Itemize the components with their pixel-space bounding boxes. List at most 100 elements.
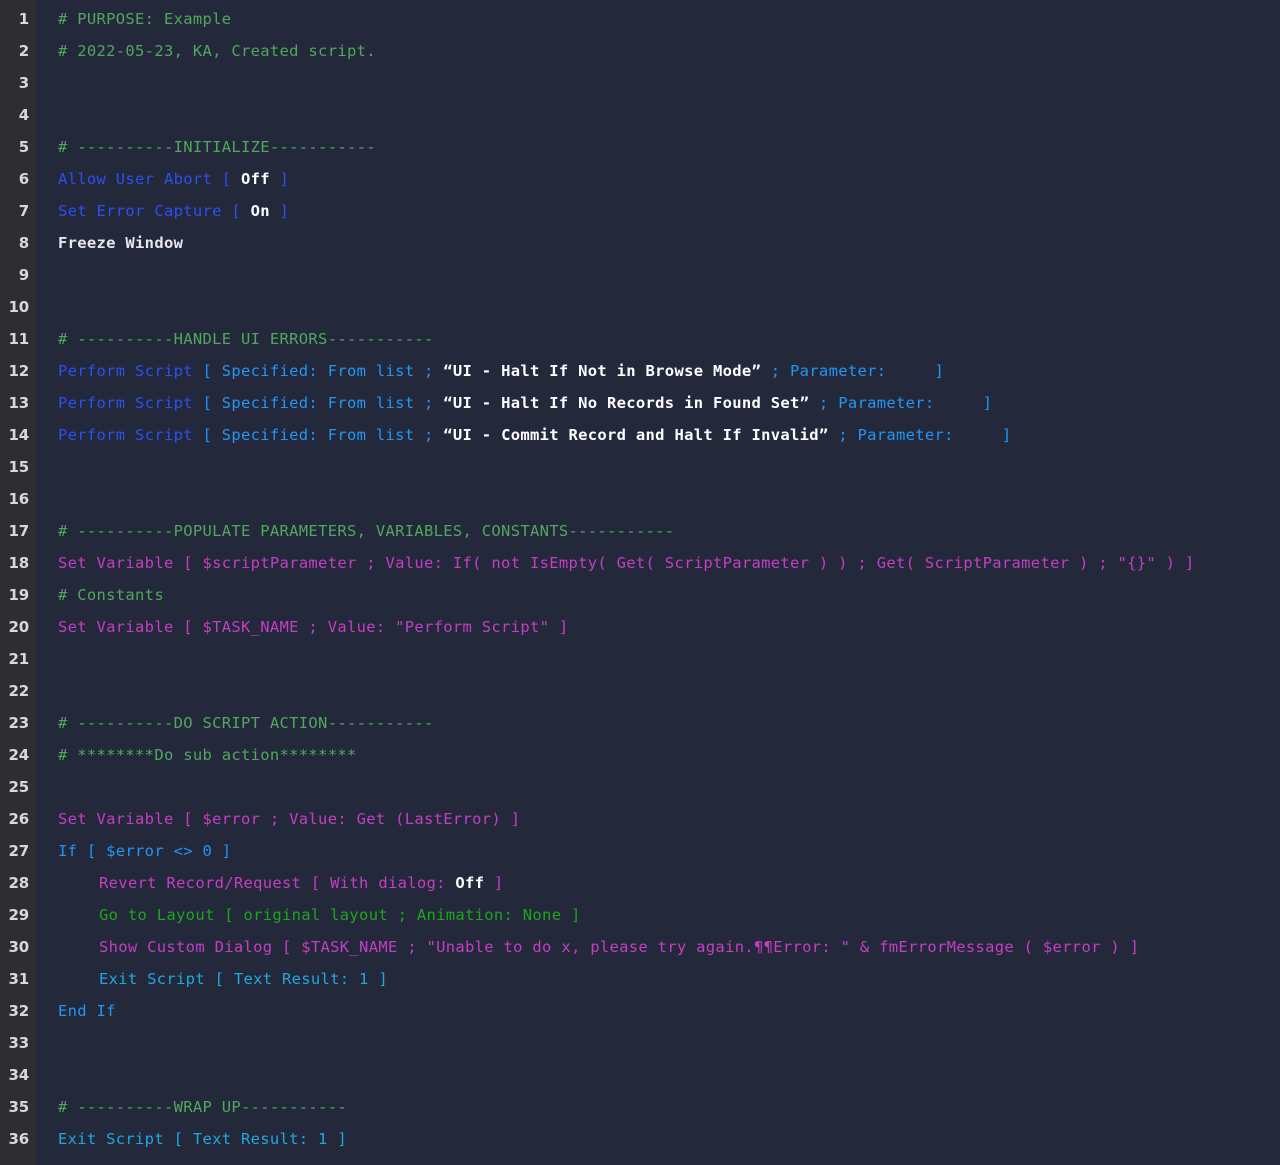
code-token: [ Specified: From list ; (202, 362, 444, 380)
line-number: 3 (18, 74, 29, 92)
code-line[interactable] (58, 291, 1280, 323)
code-token: Set Error Capture [ (58, 202, 251, 220)
code-token: # ----------DO SCRIPT ACTION----------- (58, 714, 434, 732)
code-line[interactable]: # 2022-05-23, KA, Created script. (58, 35, 1280, 67)
line-number: 1 (18, 10, 29, 28)
line-number: 36 (8, 1130, 30, 1148)
code-token: “UI - Halt If No Records in Found Set” (443, 394, 810, 412)
line-number: 2 (18, 42, 29, 60)
code-token: Revert Record/Request [ With dialog: (99, 874, 456, 892)
script-editor: 1 2 3 4 5 6 7 8 9 10 11 12 13 14 15 16 17 18 19 20 21 22 23 24 2… (0, 0, 1280, 1165)
code-line[interactable]: Freeze Window (58, 227, 1280, 259)
code-line[interactable] (58, 99, 1280, 131)
line-number: 29 (8, 906, 30, 924)
line-number: 5 (18, 138, 29, 156)
line-number: 34 (8, 1066, 30, 1084)
code-line[interactable]: Show Custom Dialog [ $TASK_NAME ; "Unabl… (58, 931, 1280, 963)
code-token: ] (269, 170, 290, 188)
code-token: # 2022-05-23, KA, Created script. (58, 42, 376, 60)
code-token: End If (58, 1002, 116, 1020)
line-number: 24 (8, 746, 30, 764)
code-line[interactable] (58, 483, 1280, 515)
line-number: 11 (8, 330, 30, 348)
code-line[interactable]: Revert Record/Request [ With dialog: Off… (58, 867, 1280, 899)
code-token: Freeze Window (58, 234, 184, 252)
code-token: Show Custom Dialog [ $TASK_NAME ; "Unabl… (99, 938, 1140, 956)
line-number: 15 (8, 458, 30, 476)
code-token: # PURPOSE: Example (58, 10, 232, 28)
line-number: 14 (8, 426, 30, 444)
code-area[interactable]: # PURPOSE: Example # 2022-05-23, KA, Crea… (36, 0, 1280, 1165)
code-token: # ----------HANDLE UI ERRORS----------- (58, 330, 434, 348)
code-token: Exit Script [ Text Result: 1 ] (58, 1130, 347, 1148)
code-token: ] (269, 202, 290, 220)
code-line[interactable]: Allow User Abort [ Off ] (58, 163, 1280, 195)
line-number: 17 (8, 522, 30, 540)
code-line[interactable]: # ----------HANDLE UI ERRORS----------- (58, 323, 1280, 355)
code-line[interactable]: Perform Script [ Specified: From list ; … (58, 355, 1280, 387)
line-number: 32 (8, 1002, 30, 1020)
code-line[interactable]: # ----------DO SCRIPT ACTION----------- (58, 707, 1280, 739)
code-line[interactable]: # Constants (58, 579, 1280, 611)
code-token: [ Specified: From list ; (202, 426, 444, 444)
line-number: 26 (8, 810, 30, 828)
code-token: # ********Do sub action******** (58, 746, 357, 764)
code-line[interactable] (58, 675, 1280, 707)
code-line[interactable]: # ----------INITIALIZE----------- (58, 131, 1280, 163)
code-line[interactable]: # ********Do sub action******** (58, 739, 1280, 771)
code-token: Go to Layout [ original layout ; Animati… (99, 906, 581, 924)
code-line[interactable]: Perform Script [ Specified: From list ; … (58, 387, 1280, 419)
code-token: ] (484, 874, 504, 892)
line-number: 4 (18, 106, 29, 124)
code-line[interactable] (58, 643, 1280, 675)
code-line[interactable]: Exit Script [ Text Result: 1 ] (58, 963, 1280, 995)
line-number: 31 (8, 970, 30, 988)
code-token: Perform Script (58, 426, 203, 444)
code-line[interactable]: Exit Script [ Text Result: 1 ] (58, 1123, 1280, 1155)
line-number: 25 (8, 778, 30, 796)
line-number: 10 (8, 298, 30, 316)
code-line[interactable]: # PURPOSE: Example (58, 3, 1280, 35)
code-token: Exit Script [ Text Result: 1 ] (99, 970, 388, 988)
code-line[interactable] (58, 1059, 1280, 1091)
code-line[interactable]: End If (58, 995, 1280, 1027)
line-number: 27 (8, 842, 30, 860)
code-token: # ----------INITIALIZE----------- (58, 138, 376, 156)
code-line[interactable] (58, 259, 1280, 291)
code-line[interactable]: If [ $error <> 0 ] (58, 835, 1280, 867)
line-number: 21 (8, 650, 30, 668)
code-token: “UI - Halt If Not in Browse Mode” (443, 362, 762, 380)
code-token: Off (241, 170, 270, 188)
code-line[interactable]: Perform Script [ Specified: From list ; … (58, 419, 1280, 451)
code-line[interactable] (58, 451, 1280, 483)
code-line[interactable] (58, 1027, 1280, 1059)
code-token: Off (455, 874, 485, 892)
code-token: Perform Script (58, 394, 203, 412)
line-number: 16 (8, 490, 30, 508)
line-number-gutter: 1 2 3 4 5 6 7 8 9 10 11 12 13 14 15 16 17 18 19 20 21 22 23 24 2… (0, 0, 36, 1165)
code-line[interactable] (58, 67, 1280, 99)
code-token: Set Variable [ $error ; Value: Get (Last… (58, 810, 521, 828)
code-token: # ----------POPULATE PARAMETERS, VARIABL… (58, 522, 675, 540)
code-line[interactable]: # ----------WRAP UP----------- (58, 1091, 1280, 1123)
line-number: 9 (18, 266, 29, 284)
code-token: ; Parameter: ] (761, 362, 945, 380)
line-number: 35 (8, 1098, 30, 1116)
code-token: If [ $error <> 0 ] (58, 842, 232, 860)
line-number: 30 (8, 938, 30, 956)
line-number: 8 (18, 234, 29, 252)
code-line[interactable]: Set Variable [ $TASK_NAME ; Value: "Perf… (58, 611, 1280, 643)
line-number: 23 (8, 714, 30, 732)
code-line[interactable]: Go to Layout [ original layout ; Animati… (58, 899, 1280, 931)
code-line[interactable]: Set Variable [ $error ; Value: Get (Last… (58, 803, 1280, 835)
code-line[interactable] (58, 771, 1280, 803)
code-line[interactable]: Set Variable [ $scriptParameter ; Value:… (58, 547, 1280, 579)
code-line[interactable]: Set Error Capture [ On ] (58, 195, 1280, 227)
line-number: 18 (8, 554, 30, 572)
code-token: On (250, 202, 270, 220)
line-number: 19 (8, 586, 30, 604)
line-number: 33 (8, 1034, 30, 1052)
code-line[interactable]: # ----------POPULATE PARAMETERS, VARIABL… (58, 515, 1280, 547)
code-token: Set Variable [ $TASK_NAME ; Value: "Perf… (58, 618, 569, 636)
code-token: Allow User Abort [ (58, 170, 242, 188)
